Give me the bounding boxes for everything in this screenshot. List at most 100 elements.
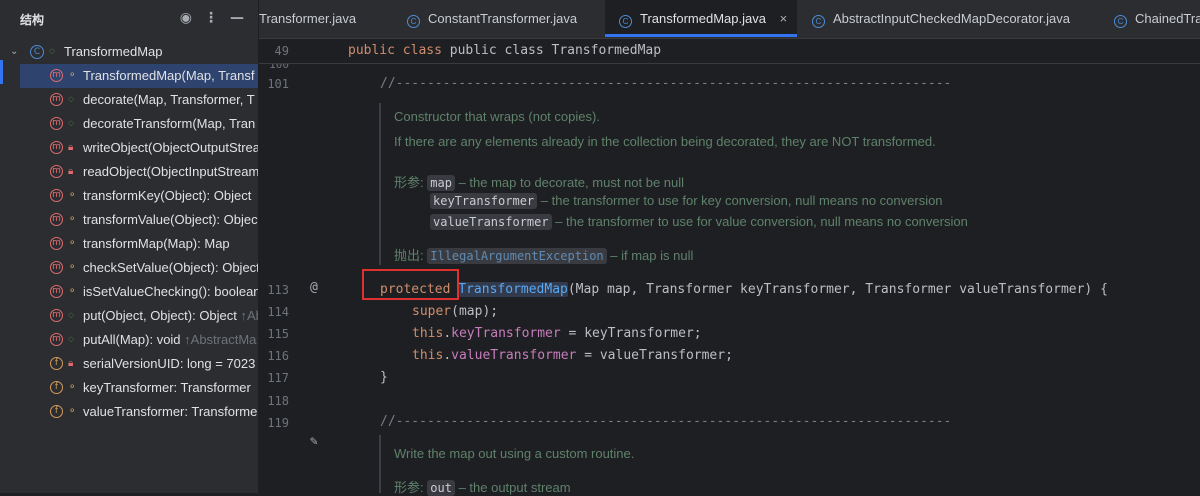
public-icon: ◌ — [68, 334, 74, 345]
line-number: 115 — [267, 327, 289, 341]
method-icon: m — [50, 213, 63, 226]
method-icon: m — [50, 333, 63, 346]
tree-item[interactable]: m ⚬ transformKey(Object): Object — [0, 184, 258, 208]
structure-panel: 结构 ◉ ⋮ — ⌄ C ◌ TransformedMap m ⚬ Transf… — [0, 0, 259, 493]
tree-item[interactable]: m ◌ decorate(Map, Transformer, T — [0, 88, 258, 112]
structure-header: 结构 ◉ ⋮ — — [0, 0, 258, 38]
tree-item[interactable]: m ⚬ transformMap(Map): Map — [0, 232, 258, 256]
tree-item-label: writeObject(ObjectOutputStrea — [83, 140, 258, 155]
method-icon: m — [50, 309, 63, 322]
edit-pencil-icon[interactable]: ✎ — [310, 434, 318, 449]
tree-item-label: decorate(Map, Transformer, T — [83, 92, 255, 107]
tree-item[interactable]: f ⚬ keyTransformer: Transformer — [0, 376, 258, 400]
method-icon: m — [50, 165, 63, 178]
tab-label: AbstractInputCheckedMapDecorator.java — [833, 11, 1071, 26]
tree-item-label: transformValue(Object): Objec — [83, 212, 258, 227]
structure-title: 结构 — [20, 12, 45, 27]
close-icon[interactable]: × — [780, 11, 788, 26]
private-lock-icon: 🔒︎ — [68, 358, 74, 369]
tab-chained-transformer[interactable]: C ChainedTrans — [1114, 0, 1200, 38]
line-number: 101 — [267, 77, 289, 91]
static-method-icon: m — [50, 93, 63, 106]
tree-item-label: putAll(Map): void ↑AbstractMa — [83, 332, 257, 347]
tree-item[interactable]: m ◌ decorateTransform(Map, Tran — [0, 112, 258, 136]
chevron-down-icon[interactable]: ⌄ — [10, 40, 18, 64]
class-icon: C — [1114, 15, 1127, 28]
tab-label: ChainedTrans — [1135, 11, 1200, 26]
final-field-icon: f — [50, 405, 63, 418]
editor-tab-bar: Transformer.java C ConstantTransformer.ja… — [259, 0, 1200, 39]
method-icon: m — [50, 285, 63, 298]
tab-abstract-input-checked[interactable]: C AbstractInputCheckedMapDecorator.java — [812, 0, 1070, 38]
doc-text: If there are any elements already in the… — [394, 134, 936, 149]
method-icon: m — [50, 237, 63, 250]
line-number: 113 — [267, 283, 289, 297]
tree-item[interactable]: m 🔒︎ readObject(ObjectInputStream — [0, 160, 258, 184]
public-icon: ◌ — [68, 310, 74, 321]
line-number: 116 — [267, 349, 289, 363]
code-editor[interactable]: 49 public class public class Transformed… — [259, 39, 1200, 496]
tree-item[interactable]: f ⚬ valueTransformer: Transforme — [0, 400, 258, 424]
tree-item-label: serialVersionUID: long = 7023 — [83, 356, 256, 371]
comment-rule: //--------------------------------------… — [380, 76, 952, 91]
protected-icon: ⚬ — [68, 406, 77, 417]
override-marker-icon[interactable]: @ — [310, 280, 318, 295]
public-icon: ◌ — [68, 118, 74, 129]
doc-bar — [379, 435, 391, 493]
code-line-117: } — [380, 370, 388, 385]
minimize-icon[interactable]: — — [230, 10, 244, 26]
tree-item-label: keyTransformer: Transformer — [83, 380, 251, 395]
final-field-icon: f — [50, 381, 63, 394]
class-icon: C — [812, 15, 825, 28]
tree-item-label: transformKey(Object): Object — [83, 188, 252, 203]
code-line-114: super(map); — [412, 304, 499, 319]
tree-item[interactable]: m 🔒︎ writeObject(ObjectOutputStrea — [0, 136, 258, 160]
sticky-code: public class public class TransformedMap — [348, 43, 662, 58]
doc-bar — [379, 103, 391, 265]
code-line-113: protected TransformedMap(Map map, Transf… — [380, 282, 1108, 297]
protected-icon: ⚬ — [68, 286, 77, 297]
doc-param-row: 形参: map – the map to decorate, must not … — [394, 175, 685, 191]
protected-icon: ⚬ — [68, 238, 77, 249]
line-number: 117 — [267, 371, 289, 385]
tab-label: TransformedMap.java — [640, 11, 766, 26]
tree-item-label: TransformedMap(Map, Transf — [83, 68, 255, 83]
tree-item[interactable]: m ◌ putAll(Map): void ↑AbstractMa — [0, 328, 258, 352]
tab-transformed-map[interactable]: C TransformedMap.java × — [605, 0, 797, 37]
private-lock-icon: 🔒︎ — [68, 142, 74, 153]
tree-root-label: TransformedMap — [64, 44, 163, 59]
public-icon: ◌ — [49, 46, 55, 57]
sticky-header: 49 public class public class Transformed… — [259, 39, 1200, 64]
exception-link[interactable]: IllegalArgumentException — [427, 248, 607, 264]
protected-icon: ⚬ — [68, 190, 77, 201]
tree-item[interactable]: m ⚬ checkSetValue(Object): Object — [0, 256, 258, 280]
tree-item-label: transformMap(Map): Map — [83, 236, 230, 251]
protected-icon: ⚬ — [68, 214, 77, 225]
tree-item[interactable]: m ⚬ isSetValueChecking(): boolean — [0, 280, 258, 304]
tab-label: Transformer.java — [259, 11, 357, 26]
structure-header-tools: ◉ ⋮ — — [180, 10, 244, 26]
tab-constant-transformer[interactable]: C ConstantTransformer.java — [407, 0, 577, 38]
public-icon: ◌ — [68, 94, 74, 105]
line-number: 118 — [267, 394, 289, 408]
tree-item[interactable]: m ⚬ TransformedMap(Map, Transf — [20, 64, 258, 88]
tree-root[interactable]: ⌄ C ◌ TransformedMap — [0, 40, 258, 64]
doc-throws-row: 抛出: IllegalArgumentException – if map is… — [394, 248, 694, 264]
tree-item[interactable]: f 🔒︎ serialVersionUID: long = 7023 — [0, 352, 258, 376]
static-method-icon: m — [50, 117, 63, 130]
tree-item-label: readObject(ObjectInputStream — [83, 164, 258, 179]
protected-icon: ⚬ — [68, 70, 77, 81]
eye-icon[interactable]: ◉ — [180, 10, 192, 26]
tree-item-label: checkSetValue(Object): Object — [83, 260, 258, 275]
code-line-115: this.keyTransformer = keyTransformer; — [412, 326, 702, 341]
more-options-icon[interactable]: ⋮ — [204, 10, 218, 26]
tree-item-label: put(Object, Object): Object ↑Ab — [83, 308, 258, 323]
highlight-annotation-box — [362, 269, 459, 300]
comment-rule: //--------------------------------------… — [380, 414, 952, 429]
tree-item-label: decorateTransform(Map, Tran — [83, 116, 256, 131]
tree-item[interactable]: m ⚬ transformValue(Object): Objec — [0, 208, 258, 232]
static-field-icon: f — [50, 357, 63, 370]
doc-param-row: valueTransformer – the transformer to us… — [430, 214, 968, 230]
tab-transformer[interactable]: Transformer.java — [259, 0, 356, 38]
tree-item[interactable]: m ◌ put(Object, Object): Object ↑Ab — [0, 304, 258, 328]
